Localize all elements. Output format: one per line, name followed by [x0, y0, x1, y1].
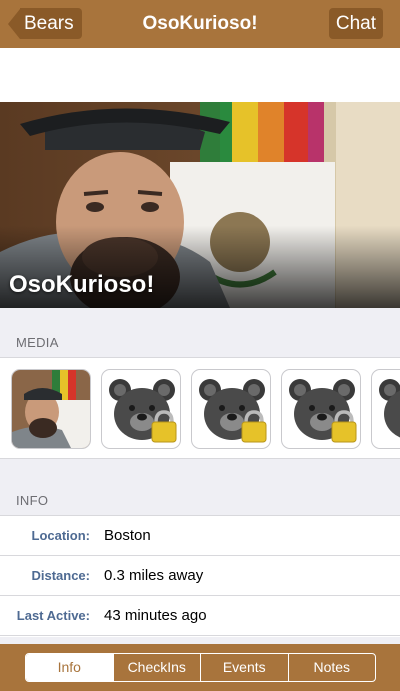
info-label: Distance: [31, 568, 90, 583]
locked-bear-icon [199, 379, 267, 443]
info-table: Location: Boston Distance: 0.3 miles awa… [0, 515, 400, 637]
profile-name: OsoKurioso! [9, 271, 155, 298]
info-row-location: Location: Boston [0, 516, 400, 556]
profile-photo[interactable]: OsoKurioso! [0, 102, 400, 308]
media-thumb-photo[interactable] [11, 369, 91, 449]
header-spacer [0, 48, 400, 102]
info-value: 43 minutes ago [104, 607, 207, 624]
tab-events[interactable]: Events [200, 654, 288, 681]
media-thumb-locked[interactable] [371, 369, 400, 449]
navigation-bar: Bears OsoKurioso! Chat [0, 0, 400, 48]
photo-thumbnail-image [12, 370, 90, 448]
info-row-last-active: Last Active: 43 minutes ago [0, 596, 400, 636]
locked-bear-icon [379, 379, 400, 438]
page-title: OsoKurioso! [142, 13, 258, 34]
info-section-header: INFO [16, 493, 49, 508]
locked-bear-icon [109, 379, 177, 443]
media-gallery [0, 357, 400, 459]
media-thumb-locked[interactable] [191, 369, 271, 449]
tab-checkins[interactable]: CheckIns [112, 654, 201, 681]
tab-notes[interactable]: Notes [287, 654, 376, 681]
media-thumb-locked[interactable] [101, 369, 181, 449]
locked-bear-icon [289, 379, 357, 443]
back-button-label: Bears [20, 8, 82, 39]
media-thumb-locked[interactable] [281, 369, 361, 449]
info-value: Boston [104, 527, 151, 544]
info-label: Last Active: [16, 608, 90, 623]
segmented-control: Info CheckIns Events Notes [25, 653, 376, 682]
info-value: 0.3 miles away [104, 567, 204, 584]
bottom-tab-bar: Info CheckIns Events Notes [0, 644, 400, 691]
back-button[interactable]: Bears [8, 8, 82, 39]
info-label: Location: [31, 528, 91, 543]
chat-button[interactable]: Chat [328, 8, 383, 39]
media-section-header: MEDIA [16, 335, 59, 350]
info-row-distance: Distance: 0.3 miles away [0, 556, 400, 596]
tab-info[interactable]: Info [26, 654, 113, 681]
back-arrow-icon [8, 8, 20, 39]
